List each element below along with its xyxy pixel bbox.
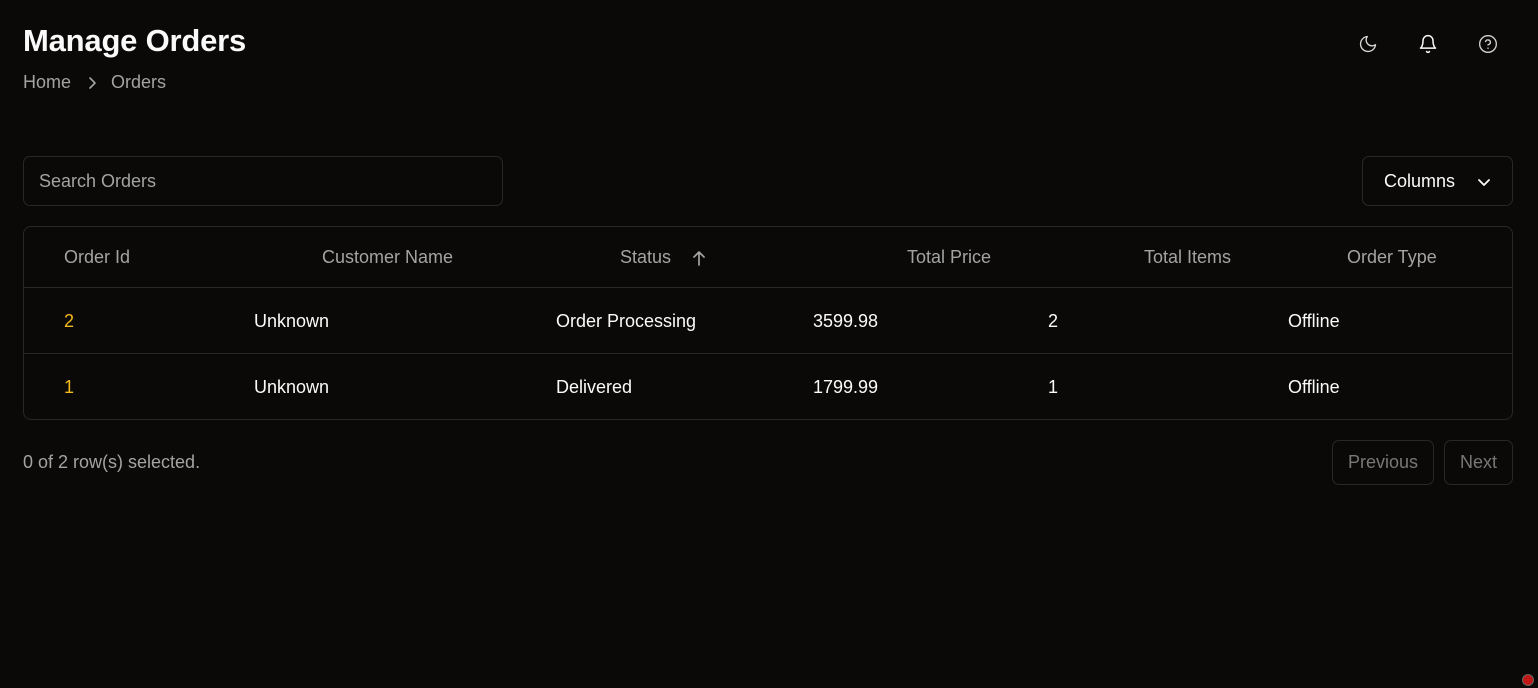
table-row[interactable]: 1 Unknown Delivered 1799.99 1 Offline <box>24 354 1512 419</box>
breadcrumb-home[interactable]: Home <box>23 72 71 93</box>
status-cell: Delivered <box>556 376 633 397</box>
breadcrumb: Home Orders <box>23 72 166 93</box>
order-type-cell: Offline <box>1288 376 1340 397</box>
help-circle-icon <box>1478 34 1498 59</box>
table-header: Order Id Customer Name Status Total Pric… <box>24 227 1512 288</box>
columns-label: Columns <box>1383 170 1456 191</box>
customer-name-cell: Unknown <box>254 376 330 397</box>
columns-dropdown-button[interactable]: Columns <box>1362 156 1513 206</box>
chevron-down-icon <box>1477 171 1491 192</box>
next-page-button[interactable]: Next <box>1443 440 1513 485</box>
arrow-up-icon <box>691 249 707 267</box>
pagination: Previous Next <box>1331 440 1513 485</box>
recording-indicator-icon <box>1522 674 1534 686</box>
column-header-order-id[interactable]: Order Id <box>64 227 130 288</box>
breadcrumb-orders: Orders <box>111 72 167 92</box>
moon-icon <box>1358 34 1378 59</box>
search-input[interactable] <box>23 156 503 206</box>
column-header-status[interactable]: Status <box>620 227 707 288</box>
customer-name-cell: Unknown <box>254 310 330 331</box>
previous-page-button[interactable]: Previous <box>1331 440 1434 485</box>
column-header-total-items[interactable]: Total Items <box>1144 227 1231 288</box>
total-items-cell: 2 <box>1048 310 1059 331</box>
page-title: Manage Orders <box>23 23 247 58</box>
column-header-order-type[interactable]: Order Type <box>1347 227 1437 288</box>
theme-toggle-button[interactable] <box>1348 33 1388 59</box>
order-id-cell[interactable]: 2 <box>64 288 74 354</box>
total-price-cell: 1799.99 <box>813 376 879 397</box>
column-header-total-price[interactable]: Total Price <box>907 227 991 288</box>
total-items-cell: 1 <box>1048 376 1059 397</box>
selection-status: 0 of 2 row(s) selected. <box>23 452 201 472</box>
column-header-status-label: Status <box>620 247 672 267</box>
table-row[interactable]: 2 Unknown Order Processing 3599.98 2 Off… <box>24 288 1512 354</box>
header-actions <box>1328 33 1508 59</box>
help-button[interactable] <box>1468 33 1508 59</box>
chevron-right-icon <box>87 76 97 90</box>
notifications-button[interactable] <box>1408 33 1448 59</box>
order-id-cell[interactable]: 1 <box>64 354 74 419</box>
bell-icon <box>1418 34 1438 59</box>
orders-table: Order Id Customer Name Status Total Pric… <box>23 226 1513 420</box>
column-header-customer-name[interactable]: Customer Name <box>322 227 453 288</box>
status-cell: Order Processing <box>556 310 697 331</box>
total-price-cell: 3599.98 <box>813 310 879 331</box>
order-type-cell: Offline <box>1288 310 1340 331</box>
